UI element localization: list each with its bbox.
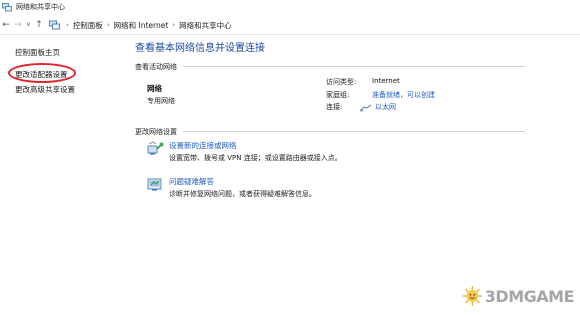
troubleshoot-link[interactable]: 问题疑难解答 [169, 176, 214, 187]
breadcrumb-separator-icon[interactable]: › [66, 21, 69, 29]
change-network-settings-label: 更改网络设置 [135, 128, 177, 136]
window-title: 网络和共享中心 [16, 3, 65, 11]
access-type-value: Internet [372, 77, 400, 85]
breadcrumb-network-sharing-center[interactable]: 网络和共享中心 [179, 20, 232, 31]
connections-label: 连接: [326, 103, 343, 111]
watermark-text: 3DMGAME [484, 286, 575, 306]
setup-connection-description: 设置宽带、拨号或 VPN 连接；或设置路由器或接入点。 [169, 154, 342, 162]
nav-change-advanced-sharing[interactable]: 更改高级共享设置 [15, 84, 75, 95]
breadcrumb-separator-icon[interactable]: › [107, 21, 110, 29]
forward-arrow-icon[interactable]: → [12, 16, 24, 34]
access-type-label: 访问类型: [326, 78, 357, 86]
breadcrumb-control-panel[interactable]: 控制面板 [73, 20, 103, 31]
network-setup-icon [147, 141, 164, 155]
troubleshoot-icon [147, 178, 162, 191]
page-title: 查看基本网络信息并设置连接 [135, 43, 265, 54]
address-bar: ← → ∨ ↑ › 控制面板 › 网络和 Internet › 网络和共享中心 [0, 16, 580, 34]
breadcrumb-network-internet[interactable]: 网络和 Internet [114, 20, 169, 31]
change-settings-divider [183, 131, 525, 132]
watermark: 3DMGAME [462, 279, 575, 313]
nav-control-panel-home[interactable]: 控制面板主页 [15, 47, 60, 58]
up-arrow-icon[interactable]: ↑ [33, 16, 45, 34]
active-networks-label: 查看活动网络 [135, 63, 177, 71]
back-arrow-icon[interactable]: ← [0, 16, 12, 34]
recent-locations-chevron-icon[interactable]: ∨ [24, 16, 33, 34]
setup-connection-link[interactable]: 设置新的连接或网络 [169, 140, 237, 151]
homegroup-label: 家庭组: [326, 91, 350, 99]
network-center-icon [2, 2, 12, 11]
title-bar: 网络和共享中心 [0, 0, 580, 14]
troubleshoot-description: 诊断并修复网络问题，或者获得疑难解答信息。 [169, 190, 316, 198]
watermark-sun-logo-icon [462, 286, 483, 306]
ethernet-connection-link[interactable]: 以太网 [375, 102, 396, 112]
control-panel-location-icon [49, 20, 60, 30]
homegroup-link[interactable]: 准备就绪，可以创建 [372, 90, 435, 100]
network-name: 网络 [147, 84, 162, 93]
address-bar-divider [0, 34, 580, 35]
active-networks-divider [183, 66, 525, 67]
ethernet-icon [360, 104, 372, 112]
breadcrumb-separator-icon[interactable]: › [172, 21, 175, 29]
network-type: 专用网络 [147, 97, 175, 105]
highlight-oval [8, 63, 76, 83]
